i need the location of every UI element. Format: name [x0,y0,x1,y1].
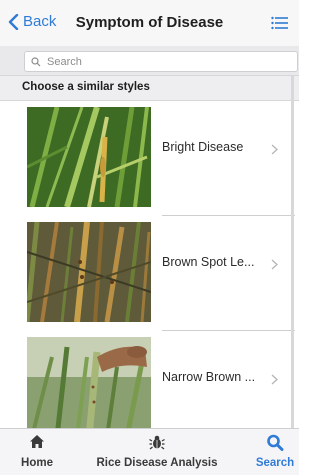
tab-label: Home [21,457,53,469]
chevron-right-icon [271,374,278,385]
search-icon [31,56,41,66]
rice-leaf-photo [27,222,151,322]
tab-label: Search [255,457,295,469]
rice-leaf-photo [27,107,151,207]
scrollbar[interactable] [291,76,294,428]
disease-list: Bright Disease Brown Spot Le... Narrow B… [0,101,299,428]
search-field[interactable] [24,51,298,72]
section-header: Choose a similar styles [0,76,299,101]
tab-search[interactable]: Search [252,429,298,475]
chevron-left-icon [8,13,19,30]
list-item-bright-disease[interactable]: Bright Disease [0,101,299,215]
tab-bar: Home Rice Disease Analysis Search [0,428,299,475]
list-item-label: Brown Spot Le... [162,255,255,269]
tab-rice-disease-analysis[interactable]: Rice Disease Analysis [84,429,230,475]
bug-icon [149,435,165,450]
list-item-narrow-brown[interactable]: Narrow Brown ... [0,331,299,428]
rice-leaf-photo [27,337,151,428]
list-menu-icon[interactable] [271,15,289,31]
tab-home[interactable]: Home [6,429,68,475]
back-button[interactable]: Back [8,13,56,30]
section-heading: Choose a similar styles [22,81,150,93]
search-bar [0,46,299,76]
list-item-brown-spot[interactable]: Brown Spot Le... [0,216,299,330]
chevron-right-icon [271,259,278,270]
list-item-label: Bright Disease [162,140,244,154]
chevron-right-icon [271,144,278,155]
search-icon [267,434,284,451]
list-item-label: Narrow Brown ... [162,370,256,384]
nav-bar: Back Symptom of Disease [0,0,299,47]
search-input[interactable] [47,55,267,68]
back-label: Back [23,13,57,30]
tab-label: Rice Disease Analysis [96,457,218,469]
home-icon [30,435,44,448]
